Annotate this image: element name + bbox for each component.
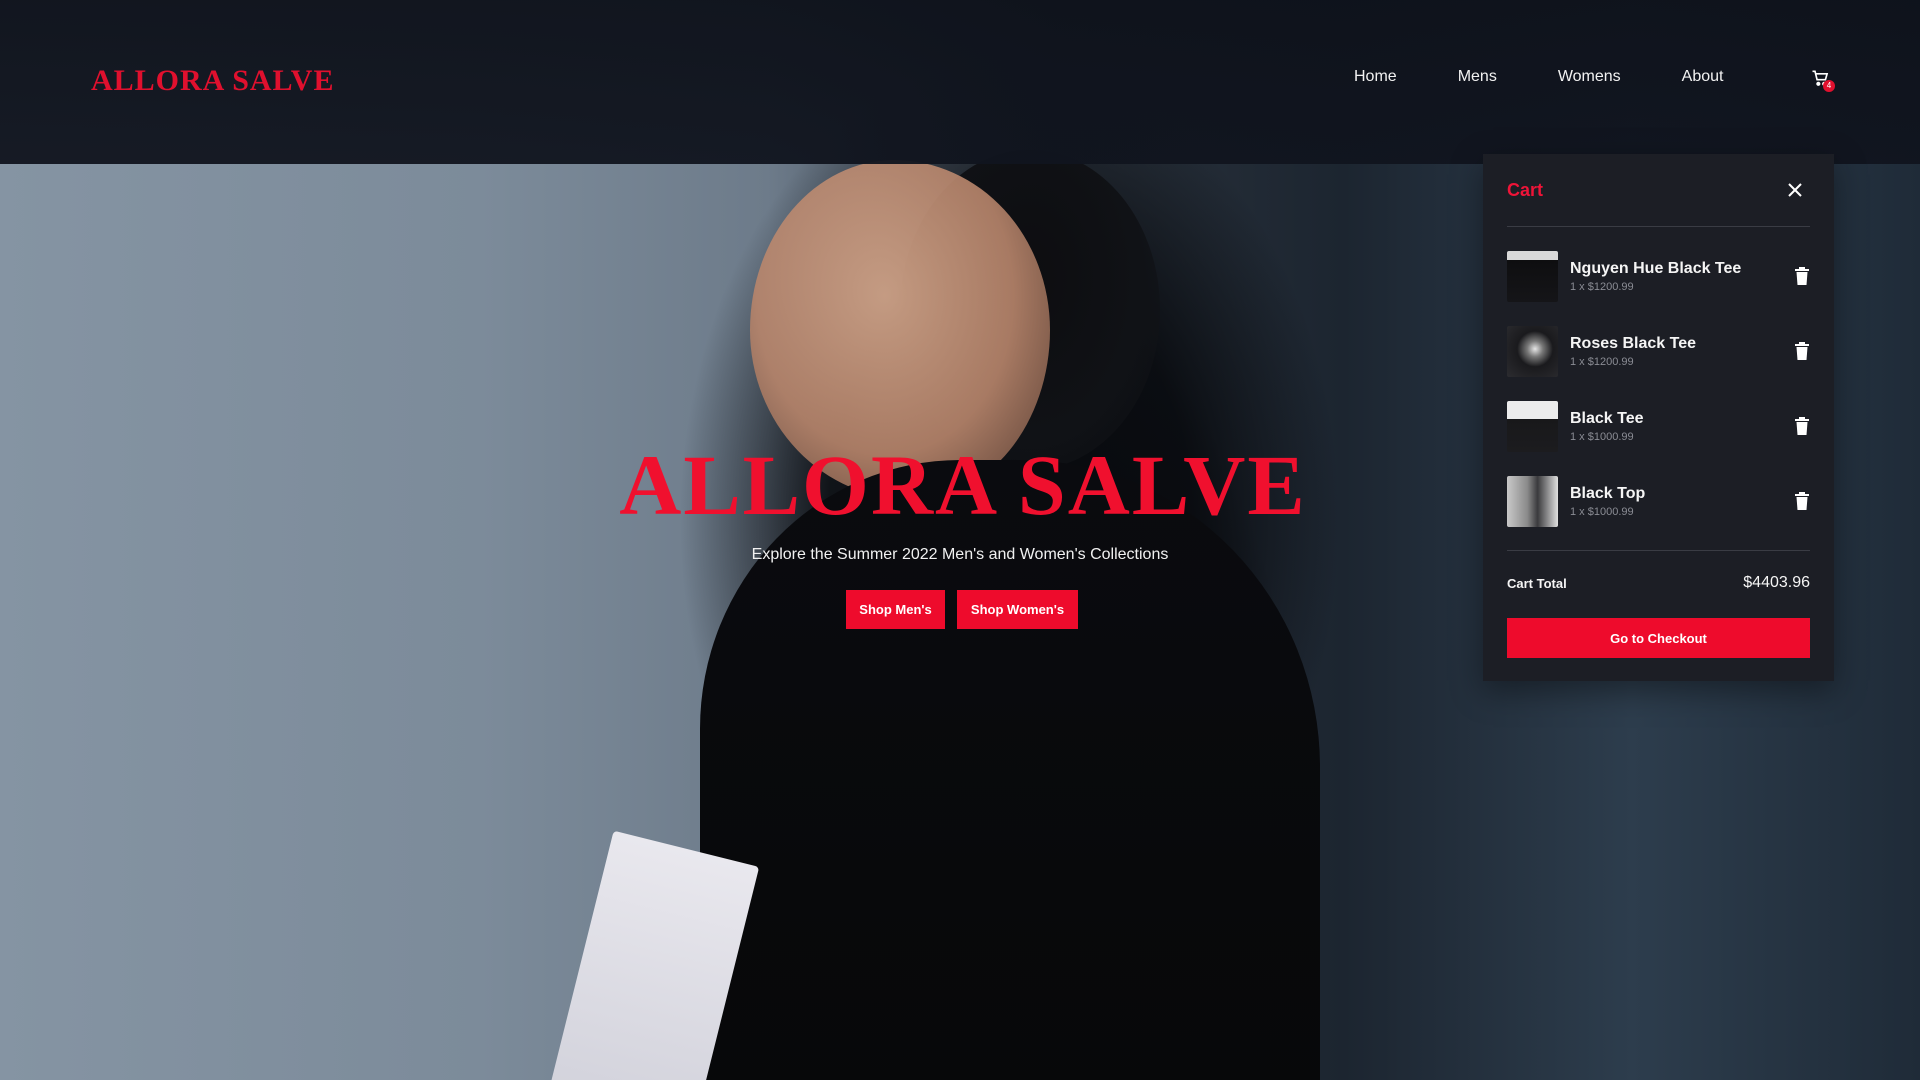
- cart-close-button[interactable]: [1786, 181, 1804, 199]
- cart-item-qty-price: 1 x $1000.99: [1570, 431, 1634, 443]
- cart-item-name[interactable]: Black Top: [1570, 485, 1645, 503]
- cart-divider-top: [1507, 226, 1810, 227]
- hero-buttons: Shop Men's Shop Women's: [846, 590, 1078, 629]
- trash-icon: [1795, 492, 1809, 510]
- cart-item-delete-button[interactable]: [1795, 417, 1809, 435]
- cart-item-thumbnail[interactable]: [1507, 251, 1558, 302]
- cart-item-delete-button[interactable]: [1795, 342, 1809, 360]
- cart-item: Black Top 1 x $1000.99: [1507, 476, 1810, 528]
- nav-links: Home Mens Womens About: [1354, 68, 1784, 86]
- nav-link-about[interactable]: About: [1682, 68, 1724, 86]
- shop-mens-button[interactable]: Shop Men's: [846, 590, 945, 629]
- cart-panel: Cart Nguyen Hue Black Tee 1 x $1200.99 R…: [1483, 154, 1834, 681]
- trash-icon: [1795, 417, 1809, 435]
- checkout-button[interactable]: Go to Checkout: [1507, 618, 1810, 658]
- cart-item-name[interactable]: Nguyen Hue Black Tee: [1570, 260, 1741, 278]
- cart-item-qty-price: 1 x $1200.99: [1570, 281, 1634, 293]
- trash-icon: [1795, 267, 1809, 285]
- cart-item-delete-button[interactable]: [1795, 267, 1809, 285]
- cart-divider-bottom: [1507, 550, 1810, 551]
- cart-item: Black Tee 1 x $1000.99: [1507, 401, 1810, 453]
- cart-count-badge: 4: [1823, 80, 1835, 92]
- brand-logo[interactable]: ALLORA SALVE: [91, 64, 334, 98]
- cart-item: Nguyen Hue Black Tee 1 x $1200.99: [1507, 251, 1810, 303]
- nav-link-womens[interactable]: Womens: [1558, 68, 1621, 86]
- cart-item-name[interactable]: Roses Black Tee: [1570, 335, 1696, 353]
- nav-link-mens[interactable]: Mens: [1458, 68, 1497, 86]
- cart-item-qty-price: 1 x $1000.99: [1570, 506, 1634, 518]
- shop-womens-button[interactable]: Shop Women's: [957, 590, 1078, 629]
- cart-item-thumbnail[interactable]: [1507, 326, 1558, 377]
- close-icon: [1788, 183, 1802, 197]
- cart-total-value: $4403.96: [1743, 574, 1810, 591]
- cart-item-delete-button[interactable]: [1795, 492, 1809, 510]
- cart-button[interactable]: 4: [1810, 68, 1835, 92]
- cart-item: Roses Black Tee 1 x $1200.99: [1507, 326, 1810, 378]
- cart-item-qty-price: 1 x $1200.99: [1570, 356, 1634, 368]
- cart-item-thumbnail[interactable]: [1507, 476, 1558, 527]
- trash-icon: [1795, 342, 1809, 360]
- cart-item-name[interactable]: Black Tee: [1570, 410, 1644, 428]
- nav-link-home[interactable]: Home: [1354, 68, 1397, 86]
- cart-item-thumbnail[interactable]: [1507, 401, 1558, 452]
- cart-title: Cart: [1507, 180, 1544, 200]
- navbar: ALLORA SALVE Home Mens Womens About 4: [0, 0, 1920, 164]
